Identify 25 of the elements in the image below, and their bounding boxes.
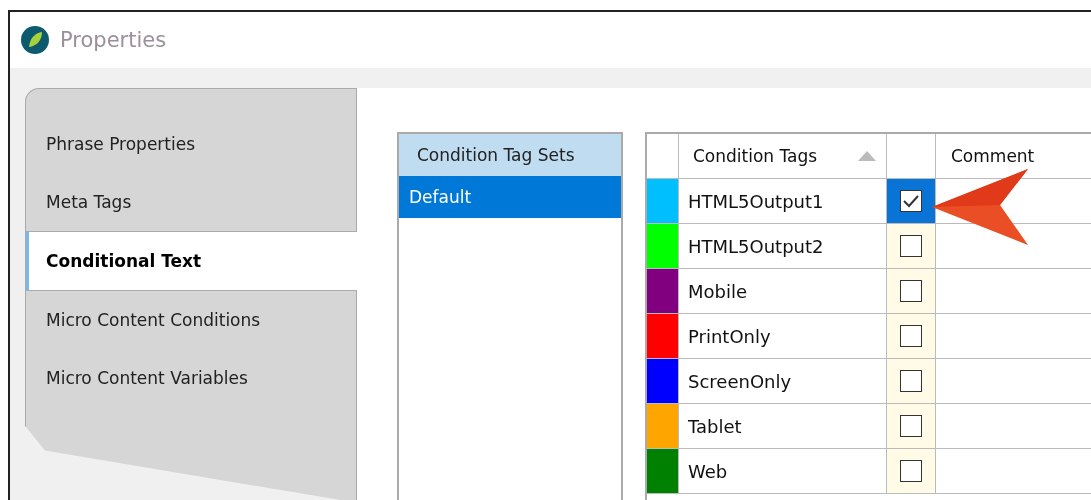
checkbox[interactable] — [900, 370, 922, 392]
checkbox-cell[interactable] — [887, 449, 936, 493]
checkbox[interactable] — [900, 280, 922, 302]
window-title: Properties — [60, 28, 167, 52]
list-item[interactable]: Default — [399, 176, 621, 218]
column-header[interactable]: Comment — [936, 134, 1091, 178]
checkbox[interactable] — [900, 325, 922, 347]
checkbox-cell[interactable] — [887, 269, 936, 313]
tab[interactable]: Micro Content Variables — [26, 349, 357, 407]
tab[interactable]: Phrase Properties — [26, 115, 357, 173]
sort-ascending-icon — [858, 151, 876, 161]
checkbox-cell[interactable] — [887, 359, 936, 403]
column-header: Condition Tag Sets — [399, 134, 621, 176]
checkbox[interactable] — [900, 235, 922, 257]
tab[interactable]: Micro Content Conditions — [26, 291, 357, 349]
tab[interactable]: Meta Tags — [26, 173, 357, 231]
tab[interactable]: Conditional Text — [26, 231, 357, 291]
checkbox-cell[interactable] — [887, 224, 936, 268]
checkbox-cell[interactable] — [887, 314, 936, 358]
checkbox[interactable] — [900, 190, 922, 212]
checkbox[interactable] — [900, 460, 922, 482]
app-logo-icon — [20, 25, 50, 55]
checkbox[interactable] — [900, 415, 922, 437]
checkbox-cell[interactable] — [887, 404, 936, 448]
checkbox-cell[interactable] — [887, 179, 936, 223]
